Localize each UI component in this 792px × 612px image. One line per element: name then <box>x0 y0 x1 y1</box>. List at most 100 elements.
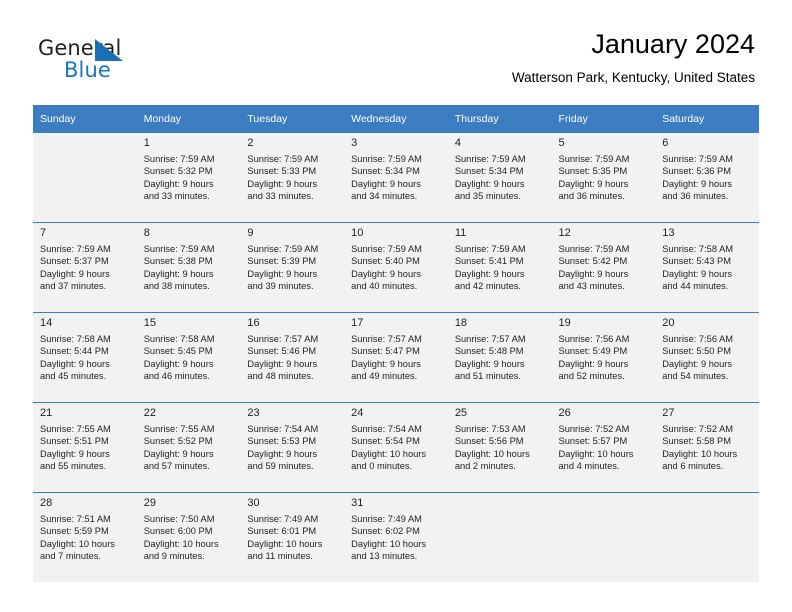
calendar-day-cell[interactable]: 16 Sunrise: 7:57 AM Sunset: 5:46 PM Dayligh… <box>240 312 345 402</box>
daylight-text-line2: and 45 minutes. <box>40 371 107 382</box>
day-cell-inner: 30 Sunrise: 7:49 AM Sunset: 6:01 PM Dayligh… <box>240 492 345 582</box>
calendar-day-cell[interactable]: 14 Sunrise: 7:58 AM Sunset: 5:44 PM Dayligh… <box>33 312 137 402</box>
daylight-text-line1: Daylight: 9 hours <box>662 358 732 369</box>
calendar-day-cell[interactable]: 19 Sunrise: 7:56 AM Sunset: 5:49 PM Dayligh… <box>551 312 656 402</box>
day-number: 2 <box>247 137 254 149</box>
calendar-day-cell[interactable]: 2 Sunrise: 7:59 AM Sunset: 5:33 PM Daylight… <box>240 132 345 222</box>
daylight-text-line2: and 38 minutes. <box>143 281 210 292</box>
sunset-text: Sunset: 6:01 PM <box>247 526 317 537</box>
day-number: 31 <box>351 497 364 509</box>
calendar-day-cell[interactable]: 13 Sunrise: 7:58 AM Sunset: 5:43 PM Dayligh… <box>655 222 759 312</box>
calendar-day-cell[interactable]: 1 Sunrise: 7:59 AM Sunset: 5:32 PM Daylight… <box>136 132 241 222</box>
day-number: 24 <box>351 407 364 419</box>
daylight-text-line1: Daylight: 9 hours <box>143 358 214 369</box>
day-number: 4 <box>454 137 461 149</box>
calendar-day-cell[interactable]: 24 Sunrise: 7:54 AM Sunset: 5:54 PM Dayligh… <box>344 402 448 492</box>
day-cell-inner: 26 Sunrise: 7:52 AM Sunset: 5:57 PM Dayligh… <box>551 402 656 492</box>
title-block: January 2024 Watterson Park, Kentucky, U… <box>512 28 755 86</box>
daylight-text-line2: and 6 minutes. <box>662 461 724 472</box>
sunrise-text: Sunrise: 7:57 AM <box>247 334 319 344</box>
day-number: 29 <box>143 497 156 509</box>
calendar-day-cell[interactable]: 26 Sunrise: 7:52 AM Sunset: 5:57 PM Dayligh… <box>551 402 656 492</box>
daylight-text-line2: and 43 minutes. <box>558 281 625 292</box>
daylight-text-line1: Daylight: 9 hours <box>247 448 318 459</box>
calendar-day-cell[interactable]: 25 Sunrise: 7:53 AM Sunset: 5:56 PM Dayligh… <box>447 402 552 492</box>
sunrise-text: Sunrise: 7:55 AM <box>40 424 111 434</box>
calendar-day-cell[interactable]: 6 Sunrise: 7:59 AM Sunset: 5:36 PM Daylight… <box>655 132 759 222</box>
sunrise-text: Sunrise: 7:50 AM <box>143 514 215 524</box>
sunrise-text: Sunrise: 7:52 AM <box>662 424 734 434</box>
day-cell-inner: 14 Sunrise: 7:58 AM Sunset: 5:44 PM Dayligh… <box>33 312 137 402</box>
sunset-text: Sunset: 5:51 PM <box>40 436 109 447</box>
calendar-day-cell[interactable]: 29 Sunrise: 7:50 AM Sunset: 6:00 PM Dayligh… <box>136 492 241 582</box>
daylight-text-line2: and 51 minutes. <box>454 371 521 382</box>
calendar-day-cell[interactable]: 20 Sunrise: 7:56 AM Sunset: 5:50 PM Dayligh… <box>655 312 759 402</box>
calendar-day-cell[interactable]: 23 Sunrise: 7:54 AM Sunset: 5:53 PM Dayligh… <box>240 402 345 492</box>
calendar-day-cell[interactable]: 27 Sunrise: 7:52 AM Sunset: 5:58 PM Dayligh… <box>655 402 759 492</box>
weekday-header-monday: Monday <box>136 105 241 132</box>
daylight-text-line1: Daylight: 9 hours <box>143 448 214 459</box>
sunrise-text: Sunrise: 7:58 AM <box>662 244 734 254</box>
sunset-text: Sunset: 5:47 PM <box>351 346 420 357</box>
calendar-body: 1 Sunrise: 7:59 AM Sunset: 5:32 PM Daylight… <box>33 132 759 582</box>
day-details: Sunrise: 7:56 AM Sunset: 5:49 PM Daylight:… <box>559 333 650 383</box>
page-subtitle: Watterson Park, Kentucky, United States <box>511 70 755 85</box>
sunset-text: Sunset: 5:37 PM <box>40 256 109 267</box>
day-cell-inner: 10 Sunrise: 7:59 AM Sunset: 5:40 PM Dayligh… <box>344 222 448 312</box>
day-number: 16 <box>247 317 260 329</box>
day-cell-inner: 7 Sunrise: 7:59 AM Sunset: 5:37 PM Daylight… <box>33 222 137 312</box>
calendar-day-cell[interactable]: 4 Sunrise: 7:59 AM Sunset: 5:34 PM Daylight… <box>447 132 552 222</box>
day-details: Sunrise: 7:56 AM Sunset: 5:50 PM Daylight:… <box>662 333 753 383</box>
logo-text-blue: Blue <box>64 58 111 82</box>
calendar-day-cell[interactable]: 17 Sunrise: 7:57 AM Sunset: 5:47 PM Dayligh… <box>344 312 448 402</box>
calendar-day-cell[interactable]: 8 Sunrise: 7:59 AM Sunset: 5:38 PM Daylight… <box>136 222 241 312</box>
weekday-header-saturday: Saturday <box>655 105 759 132</box>
day-number: 23 <box>247 407 260 419</box>
daylight-text-line1: Daylight: 9 hours <box>40 358 110 369</box>
calendar-week-row: 28 Sunrise: 7:51 AM Sunset: 5:59 PM Dayligh… <box>33 492 759 582</box>
calendar-day-cell[interactable]: 11 Sunrise: 7:59 AM Sunset: 5:41 PM Dayligh… <box>447 222 552 312</box>
day-cell-inner: 21 Sunrise: 7:55 AM Sunset: 5:51 PM Dayligh… <box>33 402 137 492</box>
day-details: Sunrise: 7:55 AM Sunset: 5:52 PM Daylight:… <box>144 423 235 473</box>
day-cell-inner: 8 Sunrise: 7:59 AM Sunset: 5:38 PM Daylight… <box>136 222 241 312</box>
calendar-day-cell[interactable]: 30 Sunrise: 7:49 AM Sunset: 6:01 PM Dayligh… <box>240 492 345 582</box>
day-details: Sunrise: 7:59 AM Sunset: 5:35 PM Daylight:… <box>559 153 650 203</box>
day-number: 5 <box>558 137 565 149</box>
sunset-text: Sunset: 5:38 PM <box>143 256 213 267</box>
daylight-text-line1: Daylight: 9 hours <box>247 268 318 279</box>
daylight-text-line1: Daylight: 9 hours <box>454 358 525 369</box>
daylight-text-line1: Daylight: 9 hours <box>40 268 110 279</box>
day-number: 12 <box>558 227 571 239</box>
daylight-text-line2: and 37 minutes. <box>40 281 107 292</box>
calendar-day-cell[interactable]: 22 Sunrise: 7:55 AM Sunset: 5:52 PM Dayligh… <box>136 402 241 492</box>
calendar-week-row: 1 Sunrise: 7:59 AM Sunset: 5:32 PM Daylight… <box>33 132 759 222</box>
calendar-table: Sunday Monday Tuesday Wednesday Thursday… <box>33 105 759 582</box>
day-number: 22 <box>143 407 156 419</box>
calendar-day-cell[interactable]: 12 Sunrise: 7:59 AM Sunset: 5:42 PM Dayligh… <box>551 222 656 312</box>
day-cell-inner <box>33 132 137 222</box>
day-number: 10 <box>351 227 364 239</box>
calendar-week-row: 7 Sunrise: 7:59 AM Sunset: 5:37 PM Daylight… <box>33 222 759 312</box>
sunset-text: Sunset: 5:48 PM <box>454 346 524 357</box>
day-cell-inner: 19 Sunrise: 7:56 AM Sunset: 5:49 PM Dayligh… <box>551 312 656 402</box>
calendar-day-cell[interactable]: 9 Sunrise: 7:59 AM Sunset: 5:39 PM Daylight… <box>240 222 345 312</box>
day-cell-inner: 28 Sunrise: 7:51 AM Sunset: 5:59 PM Dayligh… <box>33 492 137 582</box>
calendar-day-cell[interactable]: 21 Sunrise: 7:55 AM Sunset: 5:51 PM Dayligh… <box>33 402 137 492</box>
calendar-day-cell[interactable]: 15 Sunrise: 7:58 AM Sunset: 5:45 PM Dayligh… <box>136 312 241 402</box>
daylight-text-line2: and 36 minutes. <box>558 191 625 202</box>
calendar-day-cell[interactable]: 10 Sunrise: 7:59 AM Sunset: 5:40 PM Dayligh… <box>344 222 448 312</box>
sunset-text: Sunset: 5:32 PM <box>143 166 213 177</box>
calendar-day-cell[interactable]: 28 Sunrise: 7:51 AM Sunset: 5:59 PM Dayligh… <box>33 492 137 582</box>
calendar-page: General Blue January 2024 Watterson Park… <box>0 0 792 612</box>
calendar-day-cell[interactable]: 7 Sunrise: 7:59 AM Sunset: 5:37 PM Daylight… <box>33 222 137 312</box>
day-number: 9 <box>247 227 254 239</box>
sunset-text: Sunset: 5:58 PM <box>662 436 731 447</box>
daylight-text-line2: and 35 minutes. <box>454 191 521 202</box>
calendar-day-cell[interactable]: 5 Sunrise: 7:59 AM Sunset: 5:35 PM Daylight… <box>551 132 656 222</box>
daylight-text-line1: Daylight: 9 hours <box>40 448 110 459</box>
general-blue-logo[interactable]: General Blue <box>38 36 158 82</box>
calendar-day-cell[interactable]: 31 Sunrise: 7:49 AM Sunset: 6:02 PM Dayligh… <box>344 492 448 582</box>
sunset-text: Sunset: 5:57 PM <box>558 436 628 447</box>
calendar-day-cell[interactable]: 3 Sunrise: 7:59 AM Sunset: 5:34 PM Daylight… <box>344 132 448 222</box>
calendar-day-cell[interactable]: 18 Sunrise: 7:57 AM Sunset: 5:48 PM Dayligh… <box>447 312 552 402</box>
